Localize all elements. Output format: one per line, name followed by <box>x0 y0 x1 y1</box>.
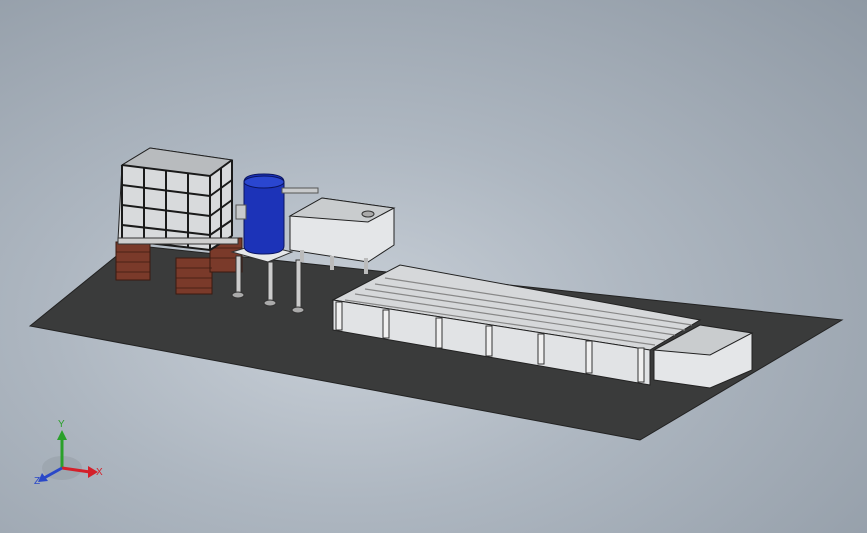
y-axis-label: Y <box>58 419 65 430</box>
ibc-tote-tank[interactable] <box>117 147 239 252</box>
axis-triad[interactable]: Y X Z <box>34 419 103 487</box>
settling-tank[interactable] <box>288 197 396 274</box>
x-axis-label: X <box>96 467 103 478</box>
z-axis-label: Z <box>34 476 40 487</box>
3d-model-viewport[interactable]: Y X Z <box>0 0 867 533</box>
